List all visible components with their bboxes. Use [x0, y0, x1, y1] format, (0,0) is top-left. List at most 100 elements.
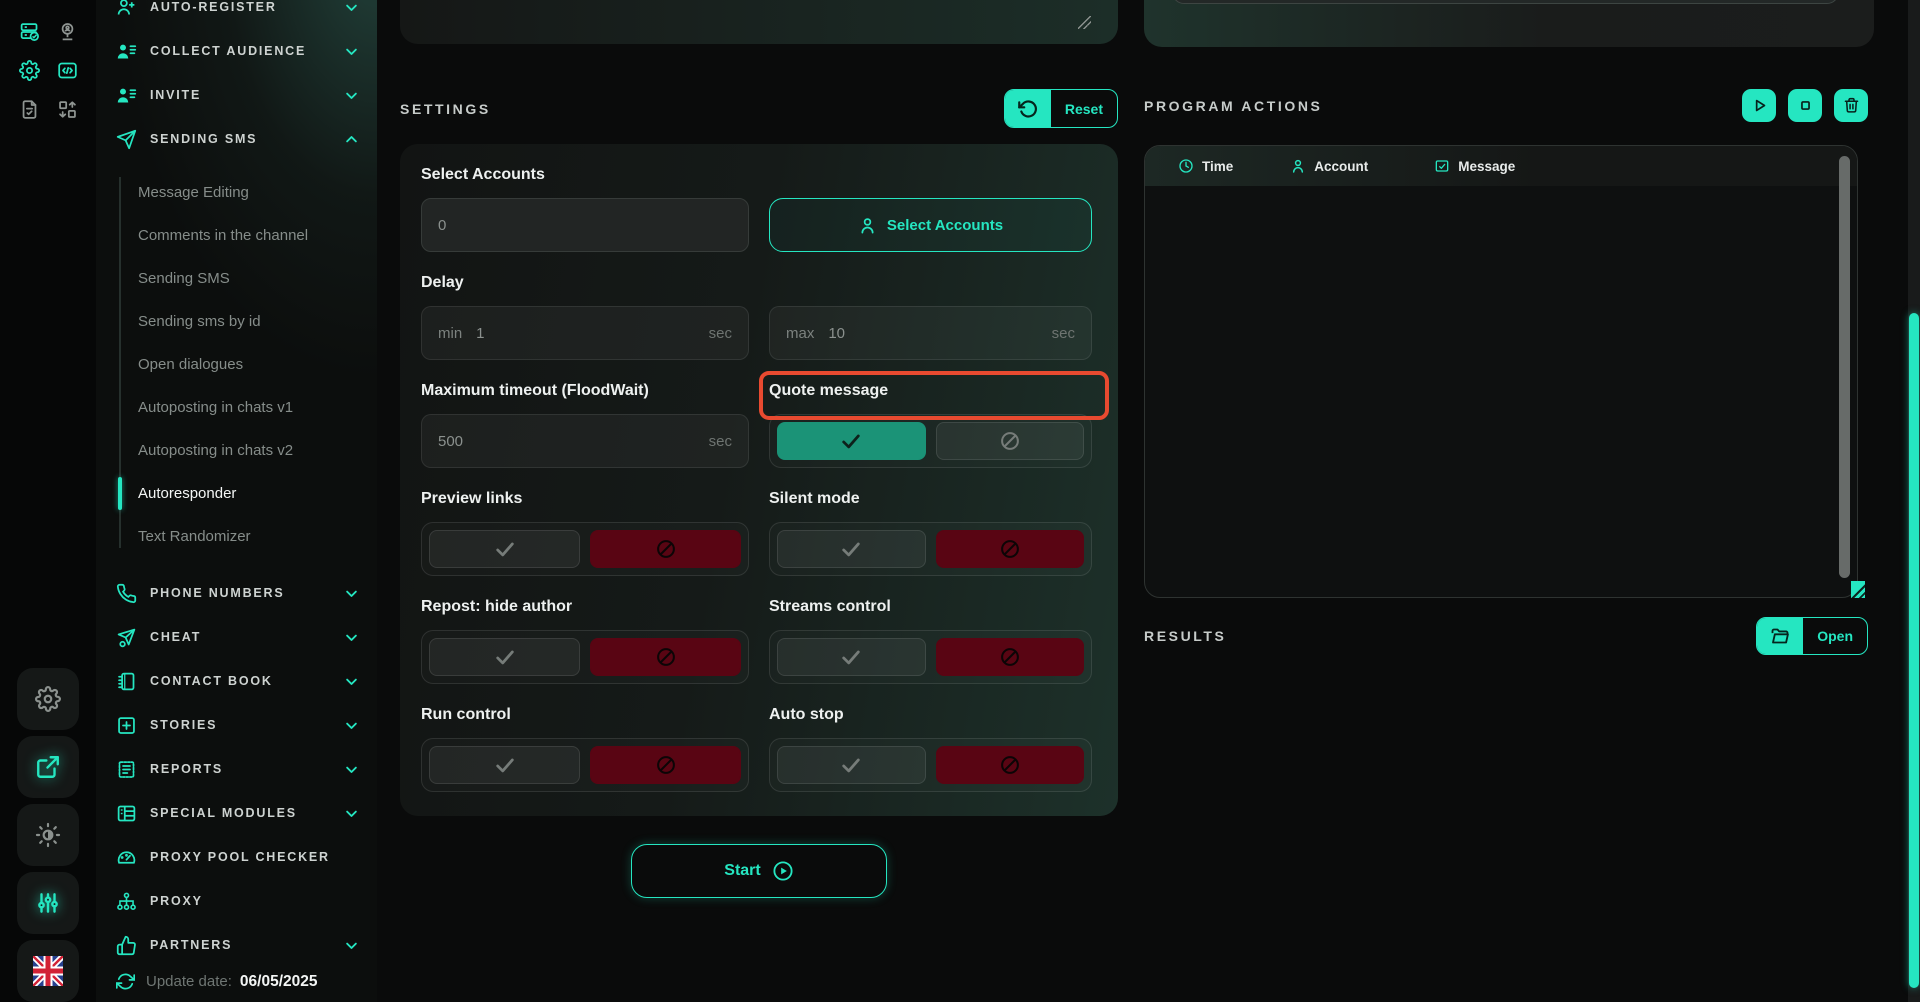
toggle-no-button[interactable]	[936, 530, 1085, 568]
message-editor-card	[400, 0, 1118, 44]
ban-icon	[995, 538, 1025, 560]
rail-top-icons	[10, 12, 86, 129]
stop-button[interactable]	[1788, 89, 1822, 122]
textarea-resize-grip[interactable]	[1078, 16, 1091, 29]
rail-bottom-buttons	[17, 668, 79, 1002]
theme-toggle-button[interactable]	[17, 804, 79, 866]
sidebar-item-phone-numbers[interactable]: PHONE NUMBERS	[96, 571, 377, 615]
gear-icon[interactable]	[19, 60, 40, 81]
open-icon-box	[1757, 618, 1803, 654]
submenu-item-autoposting-v1[interactable]: Autoposting in chats v1	[96, 386, 377, 429]
sidebar-item-proxy-pool-checker[interactable]: PROXY POOL CHECKER	[96, 835, 377, 879]
sidebar-item-reports[interactable]: REPORTS	[96, 747, 377, 791]
submenu-item-message-editing[interactable]: Message Editing	[96, 171, 377, 214]
submenu-item-text-randomizer[interactable]: Text Randomizer	[96, 515, 377, 558]
open-results-button[interactable]: Open	[1756, 617, 1868, 655]
sidebar-item-contact-book[interactable]: CONTACT BOOK	[96, 659, 377, 703]
refresh-icon[interactable]	[116, 972, 135, 991]
sidebar-item-proxy[interactable]: PROXY	[96, 879, 377, 923]
modules-icon	[116, 803, 137, 824]
sidebar-item-label: AUTO-REGISTER	[150, 0, 344, 14]
notebook-icon	[116, 671, 137, 692]
language-button[interactable]	[17, 940, 79, 1002]
sidebar-item-auto-register[interactable]: AUTO-REGISTER	[96, 0, 377, 29]
document-check-icon[interactable]	[19, 99, 40, 120]
sidebar-item-partners[interactable]: PARTNERS	[96, 923, 377, 967]
accounts-count-input[interactable]	[438, 217, 732, 234]
timeout-input[interactable]	[438, 433, 701, 450]
toggle-yes-button[interactable]	[777, 422, 926, 460]
sidebar-item-label: PARTNERS	[150, 938, 344, 952]
submenu-item-sending-sms[interactable]: Sending SMS	[96, 257, 377, 300]
check-icon	[490, 538, 520, 560]
toggle-no-button[interactable]	[936, 422, 1085, 460]
delay-min-input[interactable]	[476, 325, 700, 342]
toggle-yes-button[interactable]	[777, 530, 926, 568]
table-scrollbar-thumb[interactable]	[1839, 156, 1850, 578]
delay-min-unit: sec	[709, 325, 732, 342]
toggle-yes-button[interactable]	[429, 530, 580, 568]
submenu-item-autoresponder[interactable]: Autoresponder	[96, 472, 377, 515]
settings-button[interactable]	[17, 668, 79, 730]
equalizer-button[interactable]	[17, 872, 79, 934]
delay-max-input[interactable]	[828, 325, 1043, 342]
run-button[interactable]	[1742, 89, 1776, 122]
toggle-no-button[interactable]	[590, 530, 741, 568]
phone-icon	[116, 583, 137, 604]
toggle-yes-button[interactable]	[429, 638, 580, 676]
swap-boxes-icon[interactable]	[57, 99, 78, 120]
page-scrollbar-thumb[interactable]	[1909, 313, 1919, 988]
streams-control-toggle	[769, 630, 1092, 684]
silent-mode-label: Silent mode	[769, 490, 1092, 512]
delay-label: Delay	[421, 274, 749, 296]
submenu-item-sending-sms-by-id[interactable]: Sending sms by id	[96, 300, 377, 343]
table-resize-grip[interactable]	[1851, 581, 1865, 598]
submenu-item-comments-in-channel[interactable]: Comments in the channel	[96, 214, 377, 257]
sidebar-item-sending-sms[interactable]: SENDING SMS	[96, 117, 377, 161]
column-account-label: Account	[1314, 159, 1368, 174]
toggle-no-button[interactable]	[590, 746, 741, 784]
start-button[interactable]: Start	[631, 844, 887, 898]
code-window-icon[interactable]	[57, 60, 78, 81]
submenu-item-autoposting-v2[interactable]: Autoposting in chats v2	[96, 429, 377, 472]
delay-max-field: max sec	[769, 306, 1092, 360]
gauge-icon	[116, 847, 137, 868]
ban-icon	[995, 754, 1025, 776]
check-icon	[836, 754, 866, 776]
sidebar-item-special-modules[interactable]: SPECIAL MODULES	[96, 791, 377, 835]
clear-button[interactable]	[1834, 89, 1868, 122]
toggle-no-button[interactable]	[936, 746, 1085, 784]
program-textarea[interactable]	[1172, 0, 1839, 4]
webcam-user-icon[interactable]	[57, 21, 78, 42]
toggle-yes-button[interactable]	[429, 746, 580, 784]
preview-links-toggle	[421, 522, 749, 576]
server-check-icon[interactable]	[19, 21, 40, 42]
program-actions-header: PROGRAM ACTIONS	[1144, 89, 1868, 122]
sidebar-item-cheat[interactable]: CHEAT	[96, 615, 377, 659]
timeout-unit: sec	[709, 433, 732, 450]
paper-plane-dot-icon	[116, 627, 137, 648]
folder-icon	[1770, 626, 1790, 646]
external-link-button[interactable]	[17, 736, 79, 798]
reset-button[interactable]: Reset	[1004, 89, 1118, 128]
toggle-no-button[interactable]	[936, 638, 1085, 676]
select-accounts-button[interactable]: Select Accounts	[769, 198, 1092, 252]
submenu-item-open-dialogues[interactable]: Open dialogues	[96, 343, 377, 386]
toggle-yes-button[interactable]	[777, 746, 926, 784]
chevron-up-icon	[344, 132, 359, 147]
start-button-label: Start	[724, 862, 760, 880]
toggle-no-button[interactable]	[590, 638, 741, 676]
repost-hide-author-toggle	[421, 630, 749, 684]
page-scrollbar-track[interactable]	[1908, 0, 1920, 1002]
sidebar-item-invite[interactable]: INVITE	[96, 73, 377, 117]
sidebar-item-stories[interactable]: STORIES	[96, 703, 377, 747]
chevron-down-icon	[344, 674, 359, 689]
sidebar-item-collect-audience[interactable]: COLLECT AUDIENCE	[96, 29, 377, 73]
toggle-yes-button[interactable]	[777, 638, 926, 676]
update-date-value: 06/05/2025	[240, 973, 318, 991]
icon-rail	[0, 0, 96, 1002]
program-input-card	[1144, 0, 1874, 47]
sidebar-item-label: PHONE NUMBERS	[150, 586, 344, 600]
sidebar-item-label: INVITE	[150, 88, 344, 102]
play-icon	[1751, 97, 1768, 114]
